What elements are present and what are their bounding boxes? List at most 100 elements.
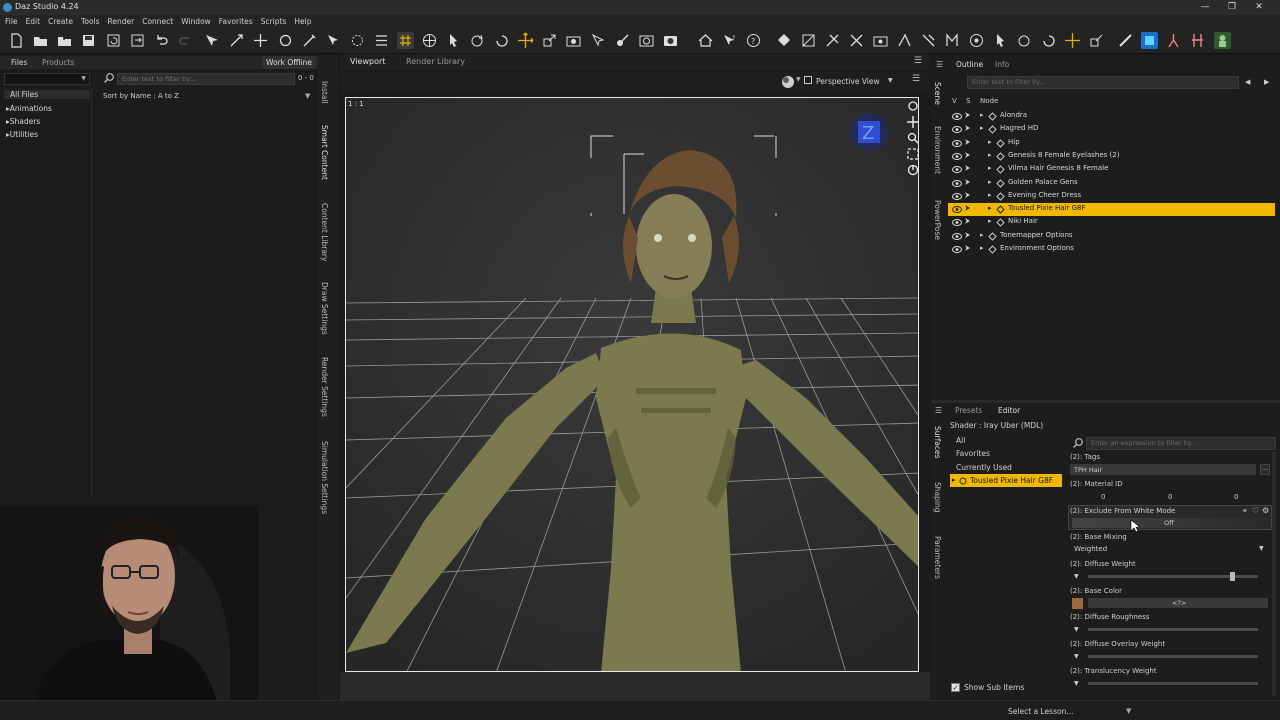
tab-draw-settings[interactable]: Draw Settings [320,282,329,335]
twist-2-icon[interactable] [1040,32,1057,49]
scene-filter-input[interactable]: Enter text to filter by... [967,76,1239,89]
pointer-icon[interactable] [445,32,462,49]
chevron-down-icon[interactable]: ▼ [1259,545,1264,552]
lesson-dropdown[interactable]: Select a Lesson... [1008,707,1073,716]
visibility-eye-icon[interactable] [952,140,962,147]
node-selection-icon[interactable] [203,32,220,49]
menu-edit[interactable]: Edit [26,15,41,28]
base-color-texture-thumbnail[interactable] [1072,598,1083,609]
base-mixing-dropdown[interactable]: Weighted [1074,545,1107,553]
tab-presets[interactable]: Presets [955,404,982,418]
selectable-pointer-icon[interactable]: ⮞ [965,124,970,133]
visibility-eye-icon[interactable] [952,126,962,133]
selectable-pointer-icon[interactable]: ⮞ [965,151,970,160]
tab-scene[interactable]: Scene [933,82,942,105]
menu-file[interactable]: File [5,15,18,28]
panel-menu-icon[interactable]: ☰ [936,60,943,69]
tab-install[interactable]: Install [320,81,329,104]
chevron-down-icon[interactable]: ▼ [1126,707,1131,715]
scene-node-row[interactable]: ⮞ ▸ Environment Options [948,243,1275,256]
tab-content-library[interactable]: Content Library [320,203,329,261]
joint-editor-icon[interactable] [301,32,318,49]
exclude-white-mode-toggle[interactable]: Off [1072,518,1268,528]
expand-arrow-icon[interactable]: ▸ [988,191,992,199]
scene-node-row[interactable]: ⮞ ▸ Golden Palace Gens [948,177,1275,190]
tab-render-settings[interactable]: Render Settings [320,357,329,417]
tab-smart-content[interactable]: Smart Content [320,125,329,180]
visibility-eye-icon[interactable] [952,246,962,253]
tree-item-shaders[interactable]: ▸Shaders [6,117,40,126]
plugin-3-icon[interactable] [1165,32,1182,49]
close-button[interactable]: ✕ [1252,1,1266,13]
view-cube-icon[interactable]: Z [844,110,894,160]
rotate-icon[interactable] [469,32,486,49]
visibility-eye-icon[interactable] [952,153,962,160]
scale-icon[interactable] [541,32,558,49]
redo-icon[interactable] [177,32,194,49]
property-tags-field[interactable]: TPH Hair [1070,464,1256,475]
plugin-4-icon[interactable] [1189,32,1206,49]
scene-node-row[interactable]: ⮞ ▸ Tousled Pixie Hair G8F [948,203,1275,216]
spot-render-icon[interactable] [565,32,582,49]
expand-arrow-icon[interactable]: ▸ [988,151,992,159]
rotate-2-icon[interactable] [1016,32,1033,49]
panel-menu-icon[interactable]: ☰ [914,56,922,66]
tab-surfaces[interactable]: Surfaces [933,426,942,458]
zoom-icon[interactable] [907,132,919,144]
frame-icon[interactable] [907,148,919,160]
universal-tool-icon[interactable] [228,32,245,49]
minimize-button[interactable]: — [1198,1,1212,13]
chevron-down-icon[interactable]: ▼ [888,77,893,84]
tab-outline[interactable]: Outline [956,58,983,72]
expand-arrow-icon[interactable]: ▸ [988,217,992,225]
visibility-eye-icon[interactable] [952,180,962,187]
tree-item-all-files[interactable]: All Files [4,90,90,99]
selectable-pointer-icon[interactable]: ⮞ [965,244,970,253]
menu-window[interactable]: Window [181,15,211,28]
pan-icon[interactable] [907,116,919,128]
expand-arrow-icon[interactable]: ▸ [988,138,992,146]
menu-connect[interactable]: Connect [142,15,173,28]
reset-view-icon[interactable] [907,164,919,176]
expand-arrow-icon[interactable]: ▸ [980,111,984,119]
help-icon[interactable]: ? [745,32,762,49]
scene-node-row[interactable]: ⮞ ▸ Hip [948,137,1275,150]
tree-item-animations[interactable]: ▸Animations [6,104,52,113]
chevron-down-icon[interactable]: ▼ [1074,680,1079,687]
tab-simulation-settings[interactable]: Simulation Settings [320,441,329,514]
sort-dropdown[interactable]: Sort by Name : A to Z [103,92,179,100]
property-filter-input[interactable]: Enter an expression to filter by... [1086,437,1276,450]
list-icon[interactable] [373,32,390,49]
diffuse-weight-slider-handle[interactable] [1230,572,1235,581]
surface-group-all[interactable]: All [950,434,1062,447]
revert-icon[interactable] [105,32,122,49]
panel-menu-icon[interactable]: ☰ [935,406,942,415]
tab-powerpose[interactable]: PowerPose [933,200,942,240]
pointer-2-icon[interactable] [992,32,1009,49]
work-offline-button[interactable]: Work Offline [262,56,316,69]
translucency-weight-slider[interactable] [1088,682,1258,685]
translate-icon[interactable] [517,32,534,49]
selectable-pointer-icon[interactable]: ⮞ [965,138,970,147]
plugin-5-icon[interactable] [1214,32,1231,49]
base-color-swatch[interactable]: <?> [1088,598,1268,608]
scale-2-icon[interactable] [1088,32,1105,49]
aux-tool-6-icon[interactable] [896,32,913,49]
transform-icon[interactable] [252,32,269,49]
selectable-pointer-icon[interactable]: ⮞ [965,111,970,120]
visibility-eye-icon[interactable] [952,233,962,240]
aux-tool-3-icon[interactable] [824,32,841,49]
visibility-eye-icon[interactable] [952,206,962,213]
aux-tool-7-icon[interactable] [920,32,937,49]
scene-node-row[interactable]: ⮞ ▸ Vilma Hair Genesis 8 Female [948,163,1275,176]
chevron-down-icon[interactable]: ▼ [1074,573,1079,580]
gear-icon[interactable]: ⚙ [1262,506,1269,515]
material-id-g-value[interactable]: 0 [1168,493,1172,501]
visibility-eye-icon[interactable] [952,219,962,226]
scene-node-row[interactable]: ⮞ ▸ Evening Cheer Dress [948,190,1275,203]
material-id-b-value[interactable]: 0 [1234,493,1238,501]
orbit-icon[interactable] [968,32,985,49]
visibility-eye-icon[interactable] [952,193,962,200]
menu-favorites[interactable]: Favorites [219,15,253,28]
camera-dropdown[interactable]: Perspective View [816,77,880,86]
